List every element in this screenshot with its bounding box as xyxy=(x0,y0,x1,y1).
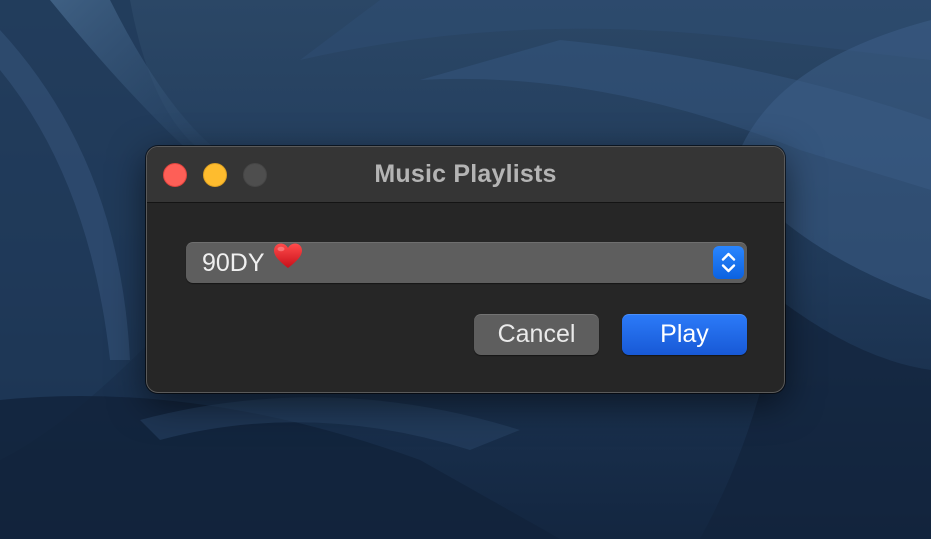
cancel-button[interactable]: Cancel xyxy=(474,314,599,355)
title-bar[interactable]: Music Playlists xyxy=(147,147,784,203)
heart-icon xyxy=(273,242,303,282)
up-down-chevron-icon[interactable] xyxy=(713,246,744,279)
playlist-selected-value: 90DY xyxy=(202,243,303,283)
music-playlists-window: Music Playlists 90DY Cancel Play xyxy=(146,146,785,393)
window-title: Music Playlists xyxy=(374,160,557,188)
playlist-popup-button[interactable]: 90DY xyxy=(186,242,747,283)
playlist-name: 90DY xyxy=(202,249,265,277)
play-button[interactable]: Play xyxy=(622,314,747,355)
